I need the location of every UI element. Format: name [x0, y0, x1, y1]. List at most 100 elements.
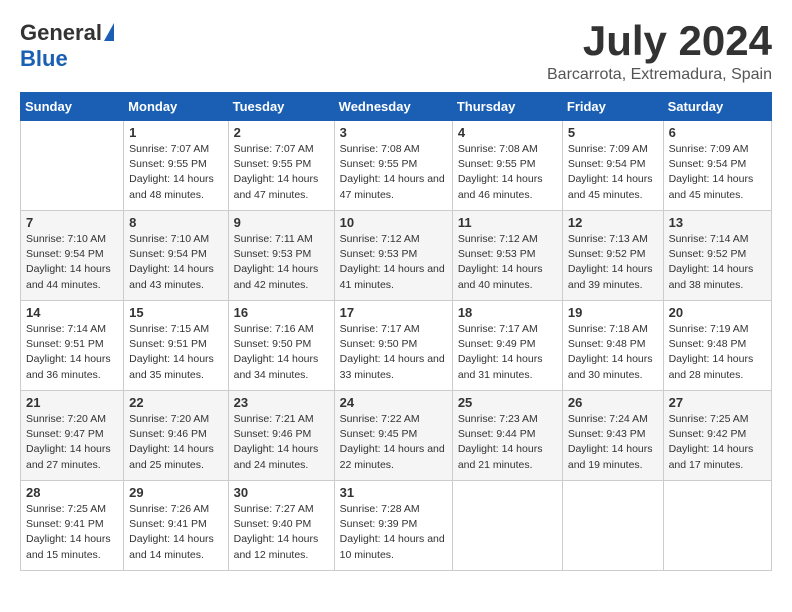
day-info: Sunrise: 7:16 AM Sunset: 9:50 PM Dayligh…	[234, 322, 329, 383]
day-number: 30	[234, 485, 329, 500]
calendar-table: SundayMondayTuesdayWednesdayThursdayFrid…	[20, 92, 772, 571]
calendar-header: SundayMondayTuesdayWednesdayThursdayFrid…	[21, 93, 772, 121]
day-number: 29	[129, 485, 222, 500]
day-info: Sunrise: 7:20 AM Sunset: 9:47 PM Dayligh…	[26, 412, 118, 473]
day-number: 15	[129, 305, 222, 320]
day-info: Sunrise: 7:12 AM Sunset: 9:53 PM Dayligh…	[340, 232, 447, 293]
day-info: Sunrise: 7:27 AM Sunset: 9:40 PM Dayligh…	[234, 502, 329, 563]
day-number: 21	[26, 395, 118, 410]
calendar-cell: 8 Sunrise: 7:10 AM Sunset: 9:54 PM Daylig…	[124, 211, 228, 301]
day-info: Sunrise: 7:25 AM Sunset: 9:42 PM Dayligh…	[669, 412, 766, 473]
calendar-week-5: 28 Sunrise: 7:25 AM Sunset: 9:41 PM Dayli…	[21, 481, 772, 571]
day-info: Sunrise: 7:09 AM Sunset: 9:54 PM Dayligh…	[669, 142, 766, 203]
day-number: 28	[26, 485, 118, 500]
calendar-week-1: 1 Sunrise: 7:07 AM Sunset: 9:55 PM Daylig…	[21, 121, 772, 211]
day-number: 10	[340, 215, 447, 230]
calendar-week-3: 14 Sunrise: 7:14 AM Sunset: 9:51 PM Dayli…	[21, 301, 772, 391]
day-number: 13	[669, 215, 766, 230]
day-info: Sunrise: 7:10 AM Sunset: 9:54 PM Dayligh…	[26, 232, 118, 293]
location-title: Barcarrota, Extremadura, Spain	[547, 66, 772, 84]
weekday-header-sunday: Sunday	[21, 93, 124, 121]
calendar-cell: 7 Sunrise: 7:10 AM Sunset: 9:54 PM Daylig…	[21, 211, 124, 301]
calendar-cell	[562, 481, 663, 571]
weekday-header-monday: Monday	[124, 93, 228, 121]
logo-triangle-icon	[104, 23, 114, 41]
day-number: 12	[568, 215, 658, 230]
day-info: Sunrise: 7:17 AM Sunset: 9:49 PM Dayligh…	[458, 322, 557, 383]
calendar-cell: 15 Sunrise: 7:15 AM Sunset: 9:51 PM Dayli…	[124, 301, 228, 391]
day-info: Sunrise: 7:22 AM Sunset: 9:45 PM Dayligh…	[340, 412, 447, 473]
calendar-cell: 19 Sunrise: 7:18 AM Sunset: 9:48 PM Dayli…	[562, 301, 663, 391]
calendar-cell: 10 Sunrise: 7:12 AM Sunset: 9:53 PM Dayli…	[334, 211, 452, 301]
calendar-cell: 3Sunrise: 7:08 AM Sunset: 9:55 PM Daylig…	[334, 121, 452, 211]
calendar-cell: 22 Sunrise: 7:20 AM Sunset: 9:46 PM Dayli…	[124, 391, 228, 481]
day-info: Sunrise: 7:10 AM Sunset: 9:54 PM Dayligh…	[129, 232, 222, 293]
weekday-header-row: SundayMondayTuesdayWednesdayThursdayFrid…	[21, 93, 772, 121]
day-info: Sunrise: 7:08 AM Sunset: 9:55 PM Dayligh…	[458, 142, 557, 203]
weekday-header-wednesday: Wednesday	[334, 93, 452, 121]
calendar-cell: 2Sunrise: 7:07 AM Sunset: 9:55 PM Daylig…	[228, 121, 334, 211]
calendar-week-4: 21 Sunrise: 7:20 AM Sunset: 9:47 PM Dayli…	[21, 391, 772, 481]
calendar-cell: 4Sunrise: 7:08 AM Sunset: 9:55 PM Daylig…	[452, 121, 562, 211]
calendar-cell: 23 Sunrise: 7:21 AM Sunset: 9:46 PM Dayli…	[228, 391, 334, 481]
day-info: Sunrise: 7:14 AM Sunset: 9:52 PM Dayligh…	[669, 232, 766, 293]
day-info: Sunrise: 7:21 AM Sunset: 9:46 PM Dayligh…	[234, 412, 329, 473]
day-number: 16	[234, 305, 329, 320]
logo-general-text: General	[20, 20, 102, 46]
day-number: 11	[458, 215, 557, 230]
calendar-cell: 12 Sunrise: 7:13 AM Sunset: 9:52 PM Dayli…	[562, 211, 663, 301]
day-number: 27	[669, 395, 766, 410]
day-number: 31	[340, 485, 447, 500]
day-info: Sunrise: 7:28 AM Sunset: 9:39 PM Dayligh…	[340, 502, 447, 563]
calendar-week-2: 7 Sunrise: 7:10 AM Sunset: 9:54 PM Daylig…	[21, 211, 772, 301]
header: General Blue July 2024 Barcarrota, Extre…	[20, 20, 772, 84]
day-number: 3	[340, 125, 447, 140]
day-info: Sunrise: 7:12 AM Sunset: 9:53 PM Dayligh…	[458, 232, 557, 293]
day-info: Sunrise: 7:18 AM Sunset: 9:48 PM Dayligh…	[568, 322, 658, 383]
day-info: Sunrise: 7:26 AM Sunset: 9:41 PM Dayligh…	[129, 502, 222, 563]
day-info: Sunrise: 7:14 AM Sunset: 9:51 PM Dayligh…	[26, 322, 118, 383]
calendar-cell: 31 Sunrise: 7:28 AM Sunset: 9:39 PM Dayli…	[334, 481, 452, 571]
title-section: July 2024 Barcarrota, Extremadura, Spain	[547, 20, 772, 84]
calendar-cell	[452, 481, 562, 571]
calendar-cell	[21, 121, 124, 211]
day-info: Sunrise: 7:25 AM Sunset: 9:41 PM Dayligh…	[26, 502, 118, 563]
calendar-cell: 18 Sunrise: 7:17 AM Sunset: 9:49 PM Dayli…	[452, 301, 562, 391]
day-info: Sunrise: 7:24 AM Sunset: 9:43 PM Dayligh…	[568, 412, 658, 473]
day-number: 22	[129, 395, 222, 410]
calendar-cell: 13 Sunrise: 7:14 AM Sunset: 9:52 PM Dayli…	[663, 211, 771, 301]
day-info: Sunrise: 7:07 AM Sunset: 9:55 PM Dayligh…	[234, 142, 329, 203]
calendar-cell: 16 Sunrise: 7:16 AM Sunset: 9:50 PM Dayli…	[228, 301, 334, 391]
day-number: 23	[234, 395, 329, 410]
calendar-cell	[663, 481, 771, 571]
month-title: July 2024	[547, 20, 772, 62]
calendar-cell: 21 Sunrise: 7:20 AM Sunset: 9:47 PM Dayli…	[21, 391, 124, 481]
day-number: 25	[458, 395, 557, 410]
logo: General Blue	[20, 20, 114, 72]
day-number: 26	[568, 395, 658, 410]
day-number: 1	[129, 125, 222, 140]
weekday-header-friday: Friday	[562, 93, 663, 121]
day-info: Sunrise: 7:07 AM Sunset: 9:55 PM Dayligh…	[129, 142, 222, 203]
calendar-cell: 11 Sunrise: 7:12 AM Sunset: 9:53 PM Dayli…	[452, 211, 562, 301]
calendar-cell: 20 Sunrise: 7:19 AM Sunset: 9:48 PM Dayli…	[663, 301, 771, 391]
day-number: 6	[669, 125, 766, 140]
day-info: Sunrise: 7:15 AM Sunset: 9:51 PM Dayligh…	[129, 322, 222, 383]
calendar-body: 1 Sunrise: 7:07 AM Sunset: 9:55 PM Daylig…	[21, 121, 772, 571]
day-number: 24	[340, 395, 447, 410]
calendar-cell: 27 Sunrise: 7:25 AM Sunset: 9:42 PM Dayli…	[663, 391, 771, 481]
calendar-cell: 14 Sunrise: 7:14 AM Sunset: 9:51 PM Dayli…	[21, 301, 124, 391]
day-info: Sunrise: 7:20 AM Sunset: 9:46 PM Dayligh…	[129, 412, 222, 473]
day-info: Sunrise: 7:19 AM Sunset: 9:48 PM Dayligh…	[669, 322, 766, 383]
calendar-cell: 1 Sunrise: 7:07 AM Sunset: 9:55 PM Daylig…	[124, 121, 228, 211]
day-number: 7	[26, 215, 118, 230]
calendar-cell: 30 Sunrise: 7:27 AM Sunset: 9:40 PM Dayli…	[228, 481, 334, 571]
day-number: 19	[568, 305, 658, 320]
day-number: 14	[26, 305, 118, 320]
calendar-cell: 24 Sunrise: 7:22 AM Sunset: 9:45 PM Dayli…	[334, 391, 452, 481]
day-number: 18	[458, 305, 557, 320]
day-number: 20	[669, 305, 766, 320]
day-number: 8	[129, 215, 222, 230]
day-info: Sunrise: 7:13 AM Sunset: 9:52 PM Dayligh…	[568, 232, 658, 293]
calendar-cell: 28 Sunrise: 7:25 AM Sunset: 9:41 PM Dayli…	[21, 481, 124, 571]
